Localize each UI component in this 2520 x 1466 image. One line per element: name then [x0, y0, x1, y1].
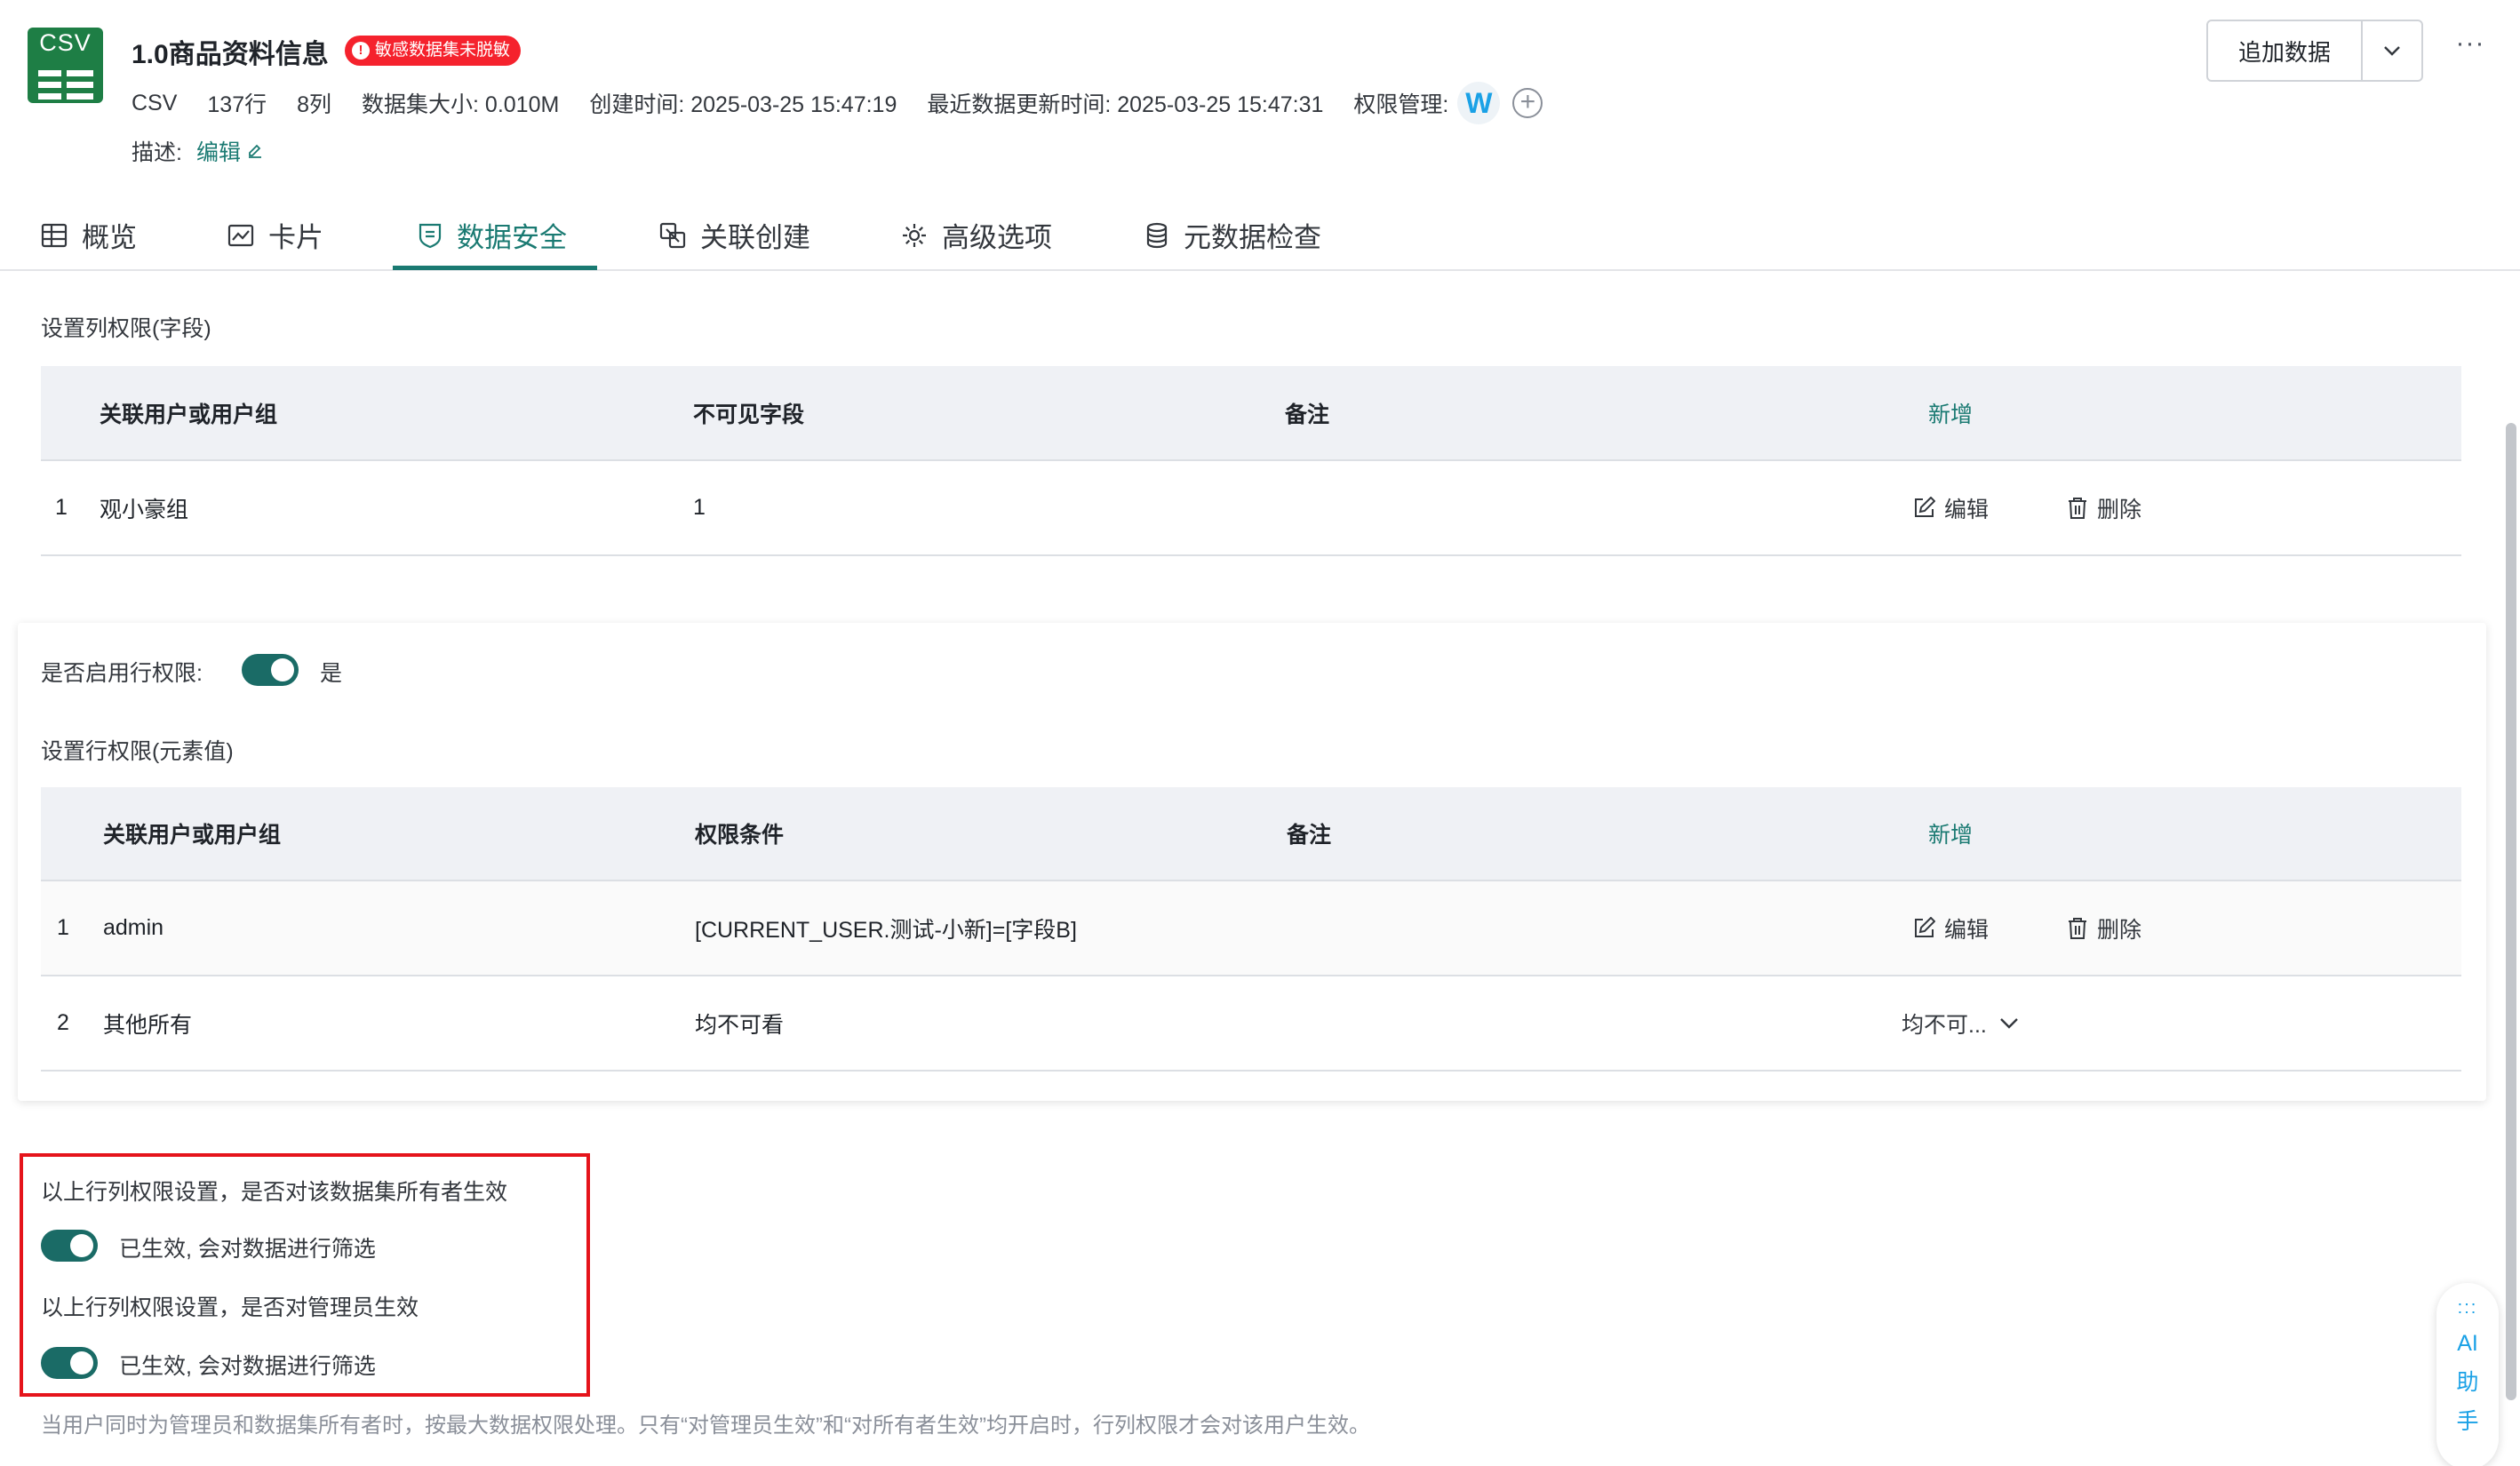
header-condition: 权限条件: [695, 823, 785, 848]
dataset-meta: CSV 137行 8列 数据集大小: 0.010M 创建时间: 2025-03-…: [132, 82, 1543, 124]
admin-effect-toggle[interactable]: [41, 1347, 98, 1379]
table-header: 关联用户或用户组 权限条件 备注 新增: [41, 787, 2461, 881]
permission-footnote: 当用户同时为管理员和数据集所有者时，按最大数据权限处理。只有“对管理员生效”和“…: [41, 1414, 1370, 1438]
csv-logo-text: CSV: [39, 29, 92, 56]
tab-cards[interactable]: 卡片: [227, 201, 323, 269]
csv-file-icon: CSV: [28, 28, 103, 103]
row-index: 1: [57, 915, 69, 940]
sensitive-data-badge: ! 敏感数据集未脱敏: [345, 36, 522, 66]
ai-label-line3: 手: [2456, 1409, 2479, 1434]
header-user: 关联用户或用户组: [100, 402, 278, 427]
edit-icon: [248, 144, 261, 158]
trash-icon: [2069, 497, 2086, 519]
vertical-scrollbar[interactable]: [2506, 423, 2516, 1400]
chevron-down-icon: [1999, 1017, 2018, 1029]
shield-icon: [419, 223, 442, 248]
header-note: 备注: [1287, 823, 1332, 848]
dataset-detail-page: CSV 1.0商品资料信息 ! 敏感数据集未脱敏 CSV 137行 8列 数据集…: [0, 0, 2520, 1466]
column-permission-table: 关联用户或用户组 不可见字段 备注 新增 1 观小豪组 1 编辑 删除: [41, 366, 2461, 556]
table-row: 1 admin [CURRENT_USER.测试-小新]=[字段B] 编辑 删除: [41, 881, 2461, 976]
admin-effect-status: 已生效, 会对数据进行筛选: [119, 1354, 376, 1379]
row-index: 2: [57, 1010, 69, 1035]
row-user: 观小豪组: [100, 497, 189, 522]
row-index: 1: [55, 495, 68, 520]
row-condition: 均不可看: [695, 1012, 785, 1038]
owner-effect-status: 已生效, 会对数据进行筛选: [119, 1237, 376, 1262]
owner-effect-toggle[interactable]: [41, 1230, 98, 1262]
ai-label-line2: 助: [2456, 1370, 2479, 1395]
warning-icon: !: [352, 42, 370, 60]
table-header: 关联用户或用户组 不可见字段 备注 新增: [41, 366, 2461, 461]
tab-advanced-options[interactable]: 高级选项: [901, 201, 1052, 269]
description-row: 描述: 编辑: [132, 135, 264, 167]
row-hidden-field: 1: [693, 495, 706, 520]
table-row: 1 观小豪组 1 编辑 删除: [41, 461, 2461, 556]
chevron-down-icon: [2384, 46, 2400, 56]
dataset-title: 1.0商品资料信息: [132, 40, 329, 69]
edit-description-link[interactable]: 编辑: [196, 135, 264, 167]
header-note: 备注: [1285, 402, 1330, 427]
row-condition: [CURRENT_USER.测试-小新]=[字段B]: [695, 917, 1077, 943]
database-icon: [1146, 222, 1168, 248]
chart-card-icon: [227, 224, 254, 246]
header-hidden-field: 不可见字段: [693, 402, 805, 427]
table-icon: [41, 223, 68, 247]
add-permission-icon[interactable]: +: [1512, 88, 1543, 118]
tab-data-security[interactable]: 数据安全: [418, 201, 567, 269]
column-permission-title: 设置列权限(字段): [41, 316, 211, 341]
sensitive-badge-text: 敏感数据集未脱敏: [375, 41, 511, 60]
add-row-permission-button[interactable]: 新增: [1928, 787, 1973, 880]
row-user: 其他所有: [103, 1012, 193, 1038]
ai-assistant-button[interactable]: ::: AI 助 手: [2436, 1283, 2499, 1466]
tab-link-create[interactable]: 关联创建: [659, 201, 810, 269]
meta-created: 创建时间: 2025-03-25 15:47:19: [589, 92, 897, 117]
row-permission-title: 设置行权限(元素值): [41, 739, 234, 764]
delete-button[interactable]: 删除: [2067, 881, 2141, 975]
description-label: 描述:: [132, 140, 182, 165]
trash-icon: [2069, 917, 2086, 939]
append-data-button[interactable]: 追加数据: [2208, 21, 2363, 80]
edit-button[interactable]: 编辑: [1912, 461, 1989, 554]
table-row: 2 其他所有 均不可看 均不可...: [41, 976, 2461, 1072]
edit-icon: [1915, 916, 1935, 937]
row-permission-table: 关联用户或用户组 权限条件 备注 新增 1 admin [CURRENT_USE…: [41, 787, 2461, 1072]
gear-icon: [903, 223, 926, 247]
edit-icon: [1915, 496, 1935, 517]
row-permission-enable-label: 是否启用行权限:: [41, 661, 203, 686]
row-permission-toggle[interactable]: [242, 654, 299, 686]
meta-size: 数据集大小: 0.010M: [362, 92, 560, 117]
row-permission-enable-value: 是: [320, 661, 343, 686]
active-tab-indicator: [393, 266, 597, 270]
meta-rows: 137行: [207, 92, 267, 117]
meta-perm-label: 权限管理:: [1353, 92, 1449, 117]
edit-button[interactable]: 编辑: [1912, 881, 1989, 975]
row-user: admin: [103, 915, 164, 940]
append-data-dropdown[interactable]: [2363, 21, 2421, 80]
permission-user-avatar[interactable]: W: [1457, 82, 1501, 124]
add-column-permission-button[interactable]: 新增: [1928, 366, 1973, 459]
tab-bar: 概览 卡片 数据安全 关联创建 高级选项 元数据检查: [0, 201, 2520, 271]
ai-label-line1: AI: [2457, 1331, 2478, 1356]
tab-metadata-check[interactable]: 元数据检查: [1144, 201, 1321, 269]
owner-effect-question: 以上行列权限设置，是否对该数据集所有者生效: [41, 1180, 508, 1205]
ai-dots-icon: :::: [2457, 1298, 2478, 1318]
meta-updated: 最近数据更新时间: 2025-03-25 15:47:31: [927, 92, 1324, 117]
append-data-button-group: 追加数据: [2206, 20, 2423, 82]
admin-effect-question: 以上行列权限设置，是否对管理员生效: [41, 1295, 419, 1320]
meta-cols: 8列: [297, 92, 332, 117]
meta-format: CSV: [132, 90, 178, 116]
tab-overview[interactable]: 概览: [41, 201, 137, 269]
link-create-icon: [659, 222, 686, 248]
more-menu-button[interactable]: ···: [2452, 30, 2488, 68]
permission-select[interactable]: 均不可...: [1902, 976, 2019, 1070]
delete-button[interactable]: 删除: [2067, 461, 2141, 554]
header-user: 关联用户或用户组: [103, 823, 282, 848]
